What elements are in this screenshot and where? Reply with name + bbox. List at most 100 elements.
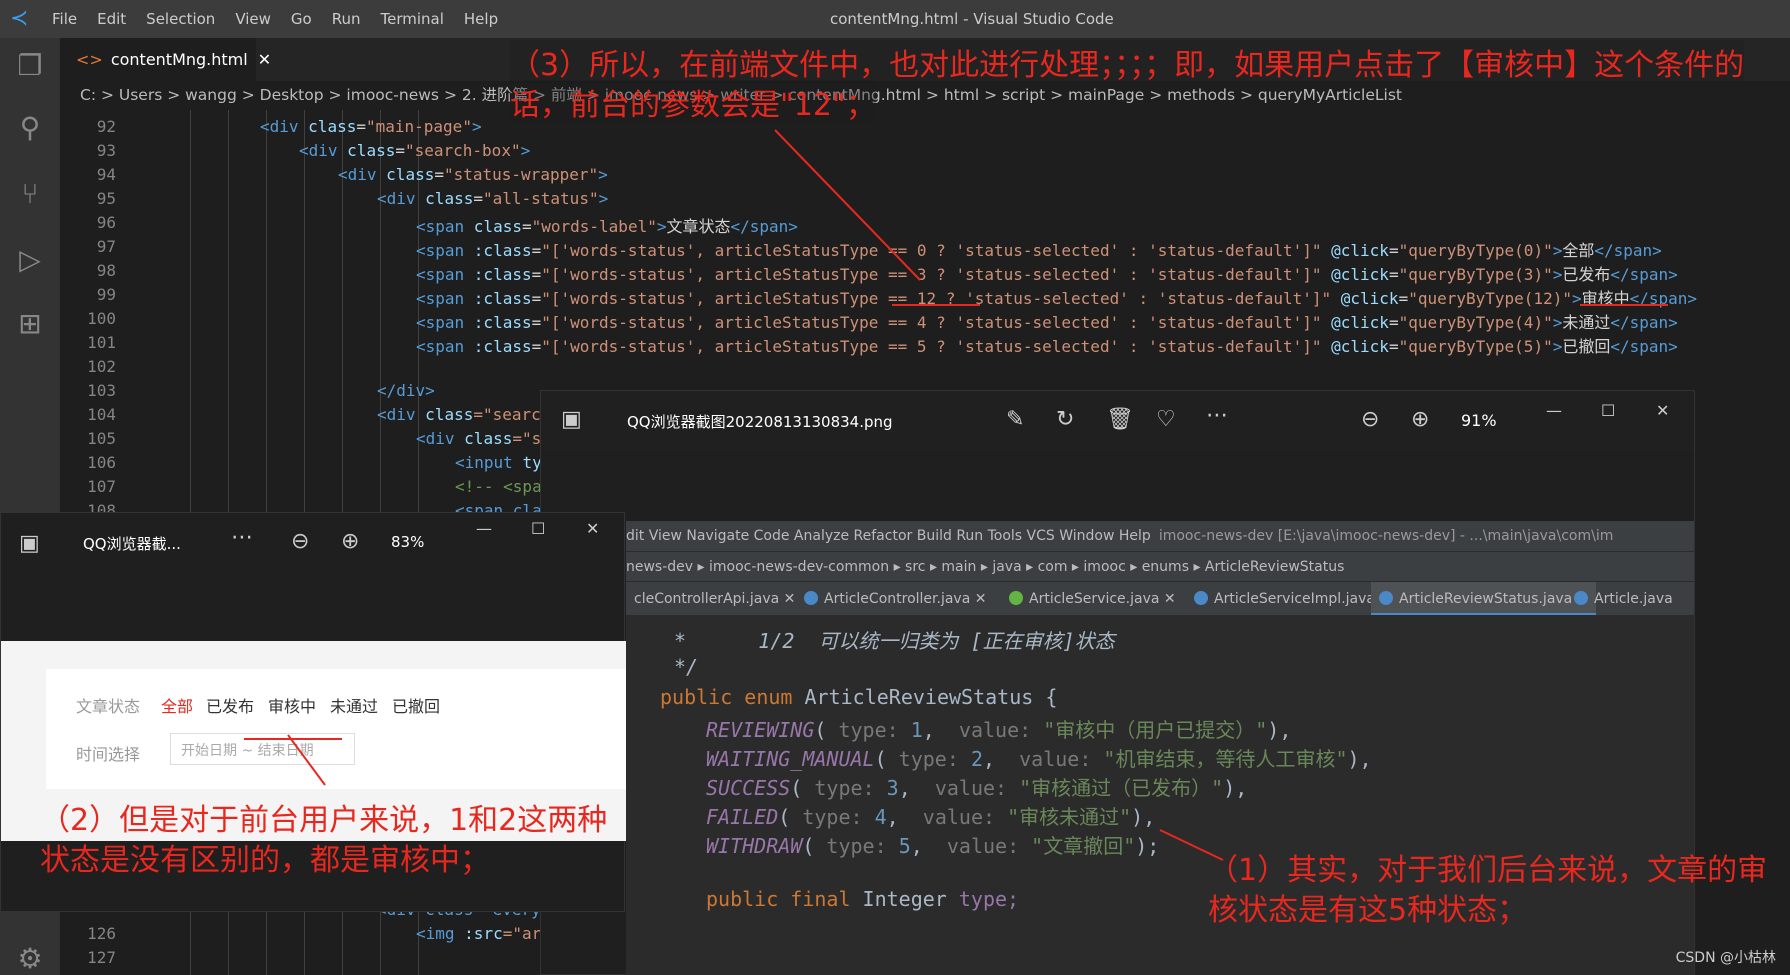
source-control-icon[interactable]: ⑂ [14, 178, 46, 210]
image-icon: ▣ [19, 531, 40, 556]
delete-icon[interactable]: 🗑 [1106, 407, 1134, 432]
ide-menu: dit View Navigate Code Analyze Refactor … [626, 521, 1694, 551]
settings-gear-icon[interactable]: ⚙ [14, 943, 46, 975]
more-icon[interactable]: ⋯ [1206, 403, 1228, 428]
code-line: <span :class="['words-status', articleSt… [416, 289, 1698, 308]
line-number: 104 [87, 405, 116, 424]
code-line: <input ty [455, 453, 542, 472]
line-number: 95 [96, 189, 116, 208]
enum-constant: REVIEWING( type: 1, value: "审核中（用户已提交）")… [706, 718, 1292, 742]
zoom-out-icon[interactable]: ⊖ [291, 529, 309, 554]
search-icon[interactable]: ⚲ [14, 112, 46, 144]
status-all[interactable]: 全部 [161, 693, 193, 717]
extensions-icon[interactable]: ⊞ [14, 308, 46, 340]
line-number: 93 [96, 141, 116, 160]
close-icon[interactable]: ✕ [1656, 401, 1669, 420]
annotation-3-line2: 话，前台的参数会是"12"； [510, 80, 876, 124]
zoom-level: 91% [1461, 411, 1497, 430]
menu-view[interactable]: View [235, 10, 271, 28]
minimize-icon[interactable]: — [476, 519, 492, 538]
enum-constant: FAILED( type: 4, value: "审核未通过"), [706, 805, 1156, 829]
explorer-icon[interactable]: ❐ [14, 50, 46, 82]
code-line: <div class="status-wrapper"> [338, 165, 608, 184]
run-debug-icon[interactable]: ▷ [14, 244, 46, 276]
viewer-title: QQ浏览器截图20220813130834.png [627, 413, 893, 431]
edit-image-icon[interactable]: ✎ [1006, 407, 1024, 432]
menu-terminal[interactable]: Terminal [381, 10, 444, 28]
enum-constant: SUCCESS( type: 3, value: "审核通过（已发布）"), [706, 776, 1248, 800]
line-number: 106 [87, 453, 116, 472]
code-line: <span :class="['words-status', articleSt… [416, 241, 1662, 260]
line-number: 98 [96, 261, 116, 280]
menu-bar: File Edit Selection View Go Run Terminal… [52, 0, 518, 38]
line-number: 99 [96, 285, 116, 304]
code-line: </div> [377, 381, 435, 400]
annotation-3-line1: （3）所以，在前端文件中，也对此进行处理；；；；即，如果用户点击了【审核中】这个… [510, 40, 1745, 84]
line-number: 126 [87, 924, 116, 943]
code-line: <div class="main-page"> [260, 117, 482, 136]
rotate-icon[interactable]: ↻ [1056, 407, 1074, 432]
line-number: 101 [87, 333, 116, 352]
annotation-arrow [287, 734, 326, 786]
menu-run[interactable]: Run [332, 10, 361, 28]
code-line: <div class="searc [377, 405, 541, 424]
menu-selection[interactable]: Selection [146, 10, 215, 28]
menu-edit[interactable]: Edit [97, 10, 126, 28]
viewer-title: QQ浏览器截... [83, 535, 181, 553]
maximize-icon[interactable]: ☐ [1601, 401, 1615, 420]
ide-tab[interactable]: ArticleServiceImpl.java ✕ [1186, 582, 1399, 616]
window-title: contentMng.html - Visual Studio Code [830, 10, 1114, 28]
ide-navigation-path: news-dev ▸ imooc-news-dev-common ▸ src ▸… [626, 551, 1694, 581]
close-icon[interactable]: ✕ [586, 519, 599, 538]
code-comment: */ [674, 655, 699, 679]
watermark: CSDN @小枯林 [1675, 950, 1776, 966]
code-line: <div class="s [416, 429, 542, 448]
close-icon[interactable]: ✕ [258, 50, 271, 69]
zoom-level: 83% [391, 533, 425, 551]
annotation-1-line2: 核状态是有这5种状态； [1208, 893, 1528, 928]
status-label: 文章状态 [76, 697, 141, 716]
ide-tab[interactable]: ArticleService.java ✕ [1001, 582, 1184, 616]
status-withdrawn[interactable]: 已撤回 [392, 693, 440, 717]
favorite-heart-icon[interactable]: ♡ [1156, 407, 1176, 432]
status-failed[interactable]: 未通过 [330, 693, 378, 717]
status-reviewing[interactable]: 审核中 [268, 693, 316, 717]
enum-constant: WAITING_MANUAL( type: 2, value: "机审结束，等待… [706, 747, 1372, 771]
line-number: 102 [87, 357, 116, 376]
viewer-toolbar: ▣ QQ浏览器截图20220813130834.png ✎ ↻ 🗑 ♡ ⋯ ⊖ … [541, 391, 1694, 451]
annotation-underline [892, 304, 980, 306]
line-number: 100 [87, 309, 116, 328]
tab-contentmng[interactable]: <> contentMng.html ✕ [60, 38, 271, 81]
ide-tab[interactable]: cleControllerApi.java ✕ [626, 582, 803, 616]
minimize-icon[interactable]: — [1546, 401, 1562, 420]
code-line: <span :class="['words-status', articleSt… [416, 337, 1678, 356]
more-icon[interactable]: ⋯ [231, 525, 253, 550]
time-label: 时间选择 [76, 745, 141, 764]
status-published[interactable]: 已发布 [206, 693, 254, 717]
maximize-icon[interactable]: ☐ [531, 519, 545, 538]
field-declaration: public final Integer type; [706, 887, 1020, 911]
annotation-arrow [774, 129, 921, 281]
code-line: <div class="all-status"> [377, 189, 609, 208]
annotation-arrow [1159, 829, 1224, 861]
menu-file[interactable]: File [52, 10, 77, 28]
breadcrumb[interactable]: C: > Users > wangg > Desktop > imooc-new… [80, 81, 1790, 110]
menu-go[interactable]: Go [291, 10, 312, 28]
menu-help[interactable]: Help [464, 10, 498, 28]
line-number: 96 [96, 213, 116, 232]
html-file-icon: <> [76, 50, 103, 69]
ide-code-editor[interactable]: * 1/2 可以统一归类为 [正在审核]状态 */ public enum Ar… [574, 615, 1694, 975]
ide-tab[interactable]: ArticleController.java ✕ [796, 582, 994, 616]
ide-tab-active[interactable]: ArticleReviewStatus.java ✕ [1371, 582, 1597, 616]
enum-declaration: public enum ArticleReviewStatus { [660, 685, 1058, 709]
line-number: 92 [96, 117, 116, 136]
zoom-in-icon[interactable]: ⊕ [1411, 407, 1429, 432]
line-number: 107 [87, 477, 116, 496]
line-number: 127 [87, 948, 116, 967]
line-number: 97 [96, 237, 116, 256]
zoom-in-icon[interactable]: ⊕ [341, 529, 359, 554]
line-number: 103 [87, 381, 116, 400]
enum-constant: WITHDRAW( type: 5, value: "文章撤回"); [706, 834, 1160, 858]
ide-tab[interactable]: Article.java [1566, 582, 1681, 616]
zoom-out-icon[interactable]: ⊖ [1361, 407, 1379, 432]
